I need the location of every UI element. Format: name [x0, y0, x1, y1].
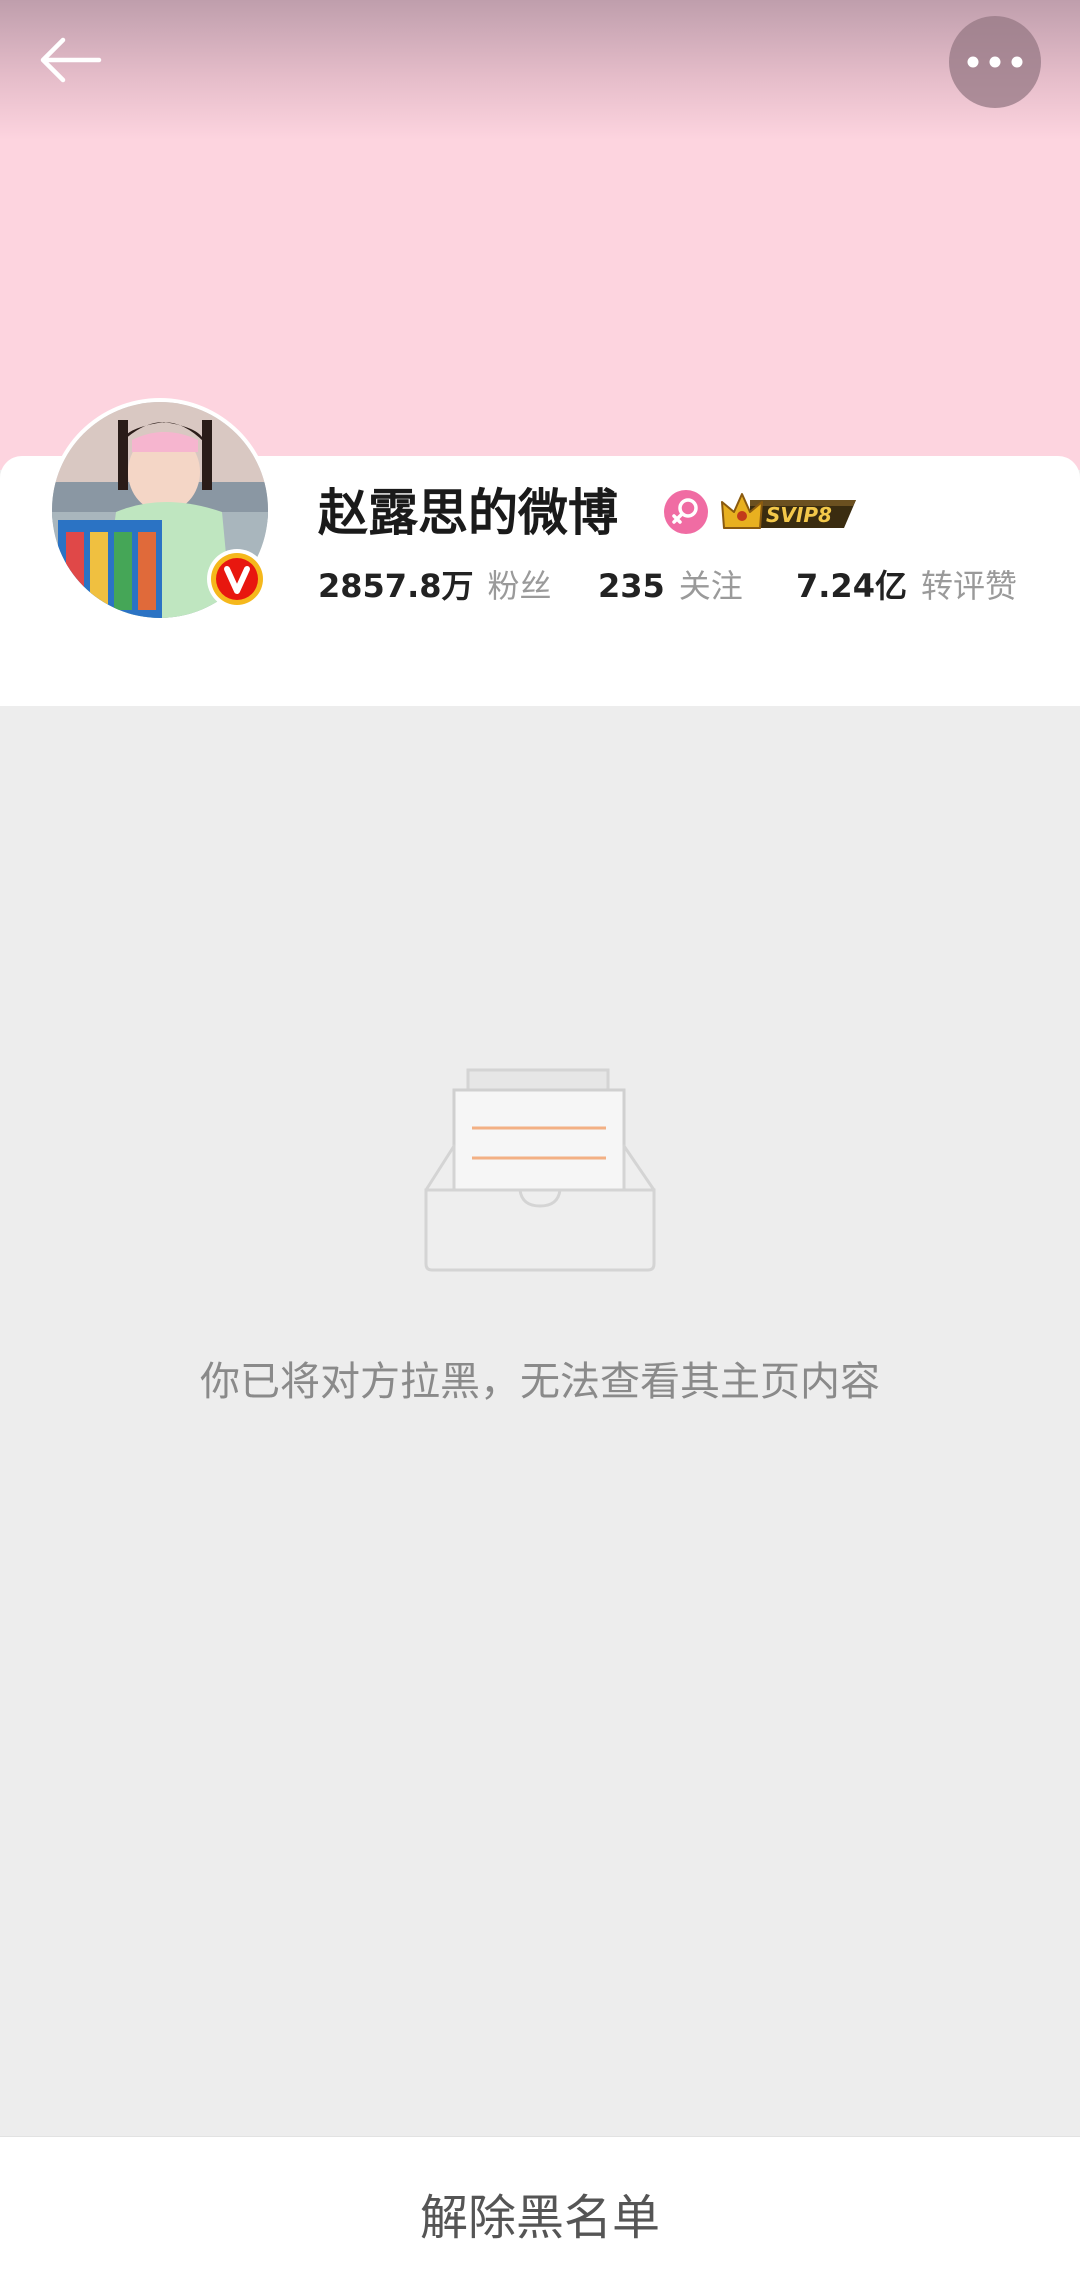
- more-dots-icon: [967, 56, 1023, 68]
- profile-name: 赵露思的微博: [318, 484, 618, 542]
- stat-fans-label: 粉丝: [487, 567, 552, 605]
- verified-badge: [206, 548, 268, 610]
- unblock-label: 解除黑名单: [419, 2190, 660, 2246]
- stat-interactions-value: 7.24亿: [796, 567, 907, 605]
- stat-following[interactable]: 235 关注: [598, 562, 743, 610]
- stat-interactions-label: 转评赞: [920, 567, 1017, 605]
- stat-following-value: 235: [598, 567, 665, 605]
- unblock-button[interactable]: 解除黑名单: [0, 2136, 1080, 2289]
- crown-icon: [721, 493, 763, 529]
- back-button[interactable]: [30, 28, 110, 92]
- back-arrow-icon: [40, 37, 102, 83]
- svip-label: SVIP8: [766, 503, 832, 527]
- female-icon: [664, 490, 708, 534]
- more-button[interactable]: [949, 16, 1041, 108]
- empty-box-icon: [420, 1064, 660, 1280]
- verified-v-icon: [207, 549, 267, 609]
- stat-fans[interactable]: 2857.8万 粉丝: [318, 562, 552, 610]
- svip-badge[interactable]: SVIP8: [720, 488, 860, 538]
- stat-fans-value: 2857.8万: [318, 567, 474, 605]
- banner-shade: [0, 0, 1080, 140]
- female-badge: [664, 490, 708, 534]
- stat-following-label: 关注: [678, 567, 743, 605]
- stat-interactions[interactable]: 7.24亿 转评赞: [796, 562, 1017, 610]
- blocked-message: 你已将对方拉黑，无法查看其主页内容: [200, 1359, 880, 1405]
